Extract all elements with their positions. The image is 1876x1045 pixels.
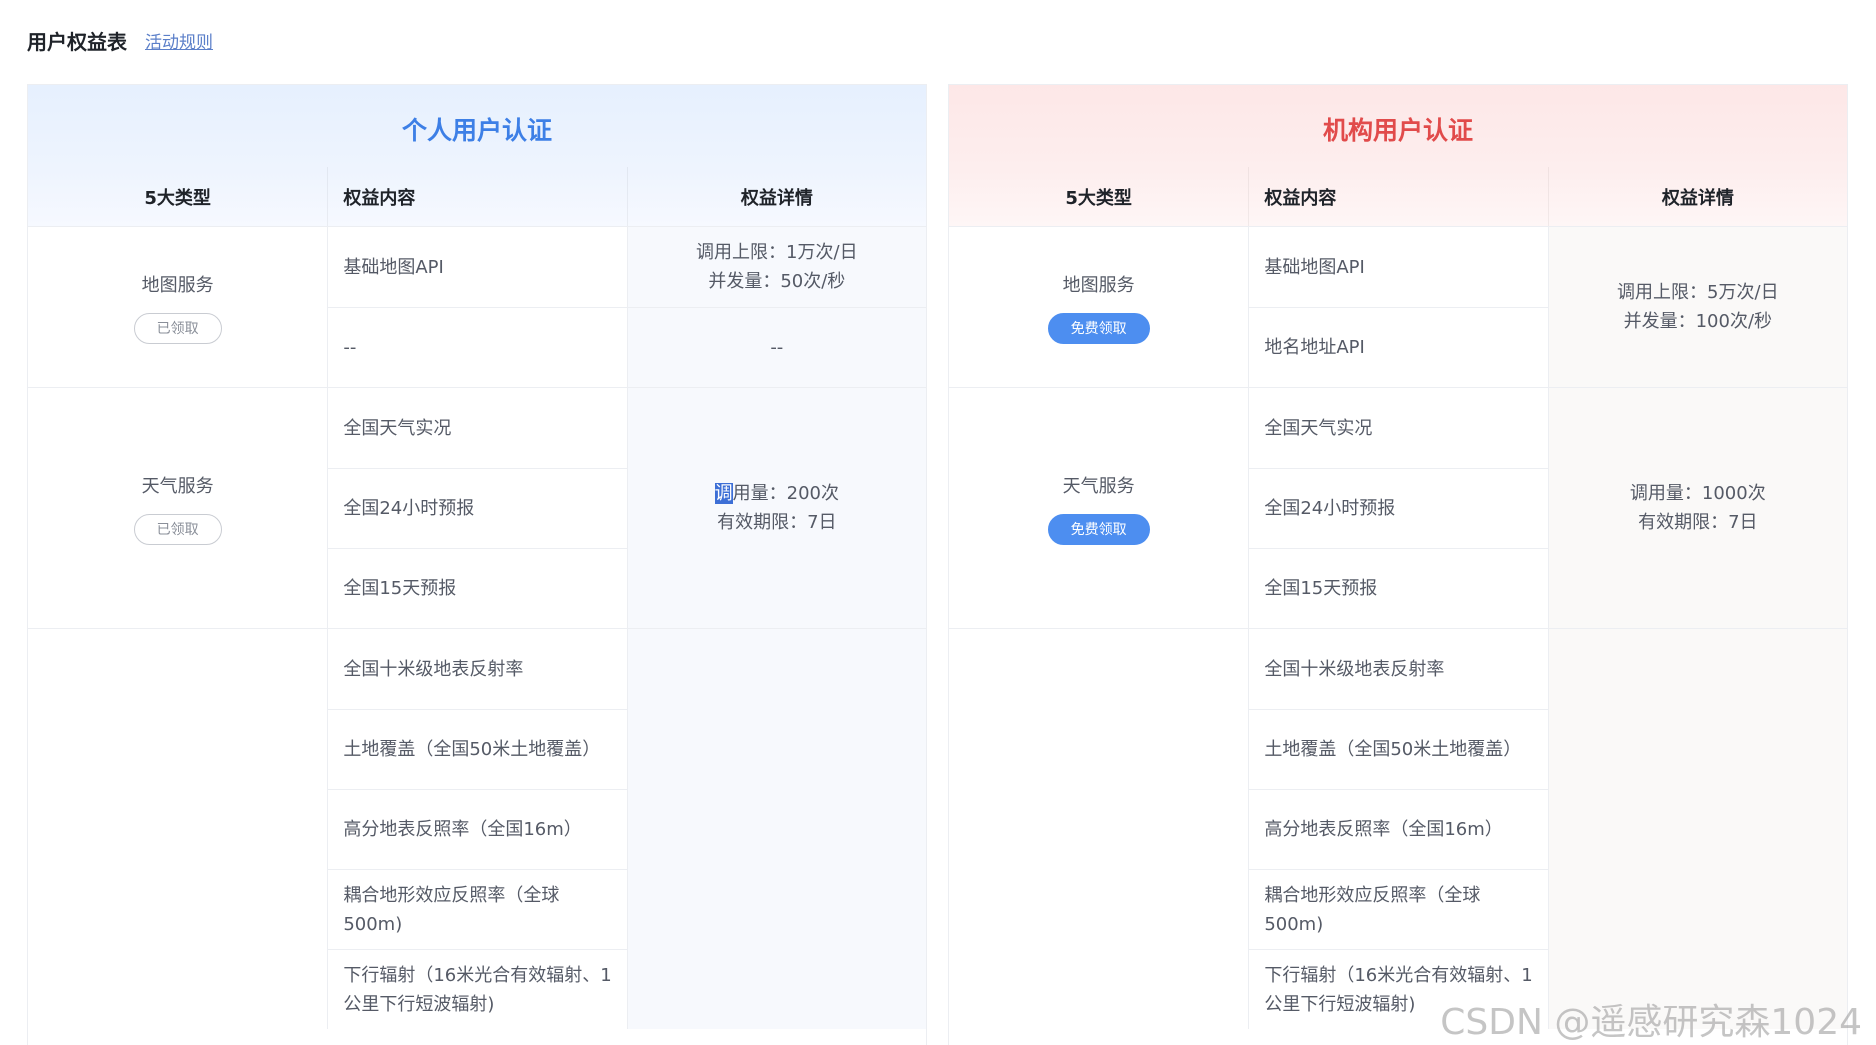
- benefit-item: 土地覆盖（全国50米土地覆盖）: [328, 709, 627, 789]
- benefit-item: 全国天气实况: [343, 417, 452, 439]
- benefit-item: --: [328, 307, 627, 387]
- col-header-type: 5大类型: [144, 187, 211, 209]
- benefit-item: 全国15天预报: [1249, 548, 1548, 628]
- group-map-service: 地图服务 已领取 基础地图API -- 调用上限：1万次/日 并发量：50次/秒…: [28, 226, 926, 387]
- detail-cell: 调用量：1000次 有效期限：7日: [1547, 388, 1847, 628]
- items-cell: 全国十米级地表反射率 土地覆盖（全国50米土地覆盖） 高分地表反照率（全国16m…: [327, 629, 627, 1029]
- detail-text: --: [627, 306, 926, 388]
- type-name: 天气服务: [141, 475, 214, 497]
- col-header-content: 权益内容: [327, 167, 626, 226]
- benefit-item: 下行辐射（16米光合有效辐射、1公里下行短波辐射): [328, 949, 627, 1029]
- group-map-service: 地图服务 免费领取 基础地图API 地名地址API 调用上限：5万次/日 并发量…: [949, 226, 1847, 387]
- detail-cell: 调用上限：5万次/日 并发量：100次/秒: [1547, 227, 1847, 387]
- detail-text: 调用上限：1万次/日 并发量：50次/秒: [628, 227, 926, 307]
- panel-title: 个人用户认证: [401, 116, 552, 145]
- claimed-badge: 已领取: [133, 513, 222, 545]
- detail-line: 调用量：200次: [714, 479, 839, 508]
- panel-title: 机构用户认证: [1322, 116, 1473, 145]
- type-name: 地图服务: [1062, 274, 1135, 296]
- group-weather-service: 天气服务 已领取 全国天气实况 全国24小时预报 全国15天预报 调用量：200…: [28, 387, 926, 628]
- org-cert-panel: 机构用户认证 5大类型 权益内容 权益详情 地图服务 免费领取 基础地图API …: [948, 84, 1848, 1045]
- detail-cell: 调用量：200次 有效期限：7日: [626, 388, 926, 628]
- type-cell: [949, 629, 1248, 1029]
- type-cell: 天气服务 免费领取: [949, 388, 1248, 628]
- type-cell: [28, 629, 327, 1029]
- benefit-item: 全国24小时预报: [328, 468, 627, 548]
- type-cell: 天气服务 已领取: [28, 388, 327, 628]
- benefit-item: 土地覆盖（全国50米土地覆盖）: [1249, 709, 1548, 789]
- top-bar: 用户权益表 活动规则: [27, 24, 213, 56]
- detail-text: 调用量：1000次 有效期限：7日: [1549, 388, 1847, 628]
- benefit-item: 全国十米级地表反射率: [343, 658, 524, 680]
- benefit-item: 基础地图API: [343, 256, 444, 278]
- benefit-item: 全国天气实况: [1264, 417, 1373, 439]
- panel-header: 机构用户认证 5大类型 权益内容 权益详情: [949, 85, 1847, 226]
- detail-line-rest: 用量：200次: [732, 483, 839, 504]
- page-title: 用户权益表: [27, 29, 127, 54]
- detail-line: 调用量：1000次: [1629, 483, 1766, 504]
- benefit-item: 全国15天预报: [328, 548, 627, 628]
- benefit-item: 高分地表反照率（全国16m）: [328, 789, 627, 869]
- claimed-badge: 已领取: [133, 312, 222, 344]
- group-remote-sensing: 全国十米级地表反射率 土地覆盖（全国50米土地覆盖） 高分地表反照率（全国16m…: [28, 628, 926, 1029]
- items-cell: 全国十米级地表反射率 土地覆盖（全国50米土地覆盖） 高分地表反照率（全国16m…: [1248, 629, 1548, 1029]
- activity-rules-link[interactable]: 活动规则: [145, 28, 213, 53]
- detail-text: 调用量：200次 有效期限：7日: [628, 388, 926, 628]
- detail-line: 有效期限：7日: [717, 512, 837, 533]
- items-cell: 全国天气实况 全国24小时预报 全国15天预报: [327, 388, 627, 628]
- detail-line: 有效期限：7日: [1638, 512, 1758, 533]
- watermark: CSDN @遥感研究森1024: [1440, 1002, 1862, 1043]
- table-body: 地图服务 免费领取 基础地图API 地名地址API 调用上限：5万次/日 并发量…: [949, 226, 1847, 1029]
- col-header-detail: 权益详情: [1547, 167, 1847, 226]
- benefit-item: 耦合地形效应反照率（全球500m): [328, 869, 627, 949]
- group-remote-sensing: 全国十米级地表反射率 土地覆盖（全国50米土地覆盖） 高分地表反照率（全国16m…: [949, 628, 1847, 1029]
- text-selection[interactable]: 调: [714, 483, 733, 504]
- group-weather-service: 天气服务 免费领取 全国天气实况 全国24小时预报 全国15天预报 调用量：10…: [949, 387, 1847, 628]
- detail-line: --: [770, 336, 784, 358]
- detail-cell: [1547, 629, 1847, 1029]
- detail-line: 调用上限：1万次/日: [696, 241, 858, 263]
- type-cell: 地图服务 已领取: [28, 227, 327, 387]
- detail-line: 并发量：100次/秒: [1623, 311, 1773, 332]
- panel-header: 个人用户认证 5大类型 权益内容 权益详情: [28, 85, 926, 226]
- type-name: 天气服务: [1062, 475, 1135, 497]
- benefit-item: 全国24小时预报: [1249, 468, 1548, 548]
- items-cell: 基础地图API 地名地址API: [1248, 227, 1548, 387]
- table-body: 地图服务 已领取 基础地图API -- 调用上限：1万次/日 并发量：50次/秒…: [28, 226, 926, 1029]
- free-claim-button[interactable]: 免费领取: [1047, 312, 1150, 344]
- type-name: 地图服务: [141, 274, 214, 296]
- page: 用户权益表 活动规则 个人用户认证 5大类型 权益内容 权益详情 地图服务 已领…: [0, 0, 1876, 1045]
- benefit-item: 基础地图API: [1264, 256, 1365, 278]
- col-header-type: 5大类型: [1065, 187, 1132, 209]
- personal-cert-panel: 个人用户认证 5大类型 权益内容 权益详情 地图服务 已领取 基础地图API -…: [27, 84, 927, 1045]
- benefit-item: 耦合地形效应反照率（全球500m): [1249, 869, 1548, 949]
- items-cell: 全国天气实况 全国24小时预报 全国15天预报: [1248, 388, 1548, 628]
- detail-text: 调用上限：5万次/日 并发量：100次/秒: [1549, 227, 1847, 387]
- detail-line: 并发量：50次/秒: [708, 270, 846, 292]
- column-headers: 5大类型 权益内容 权益详情: [949, 167, 1847, 226]
- col-header-detail: 权益详情: [626, 167, 926, 226]
- benefit-item: 全国十米级地表反射率: [1264, 658, 1445, 680]
- type-cell: 地图服务 免费领取: [949, 227, 1248, 387]
- detail-line: 调用上限：5万次/日: [1617, 282, 1779, 303]
- detail-cell: [626, 629, 926, 1029]
- detail-cell: 调用上限：1万次/日 并发量：50次/秒 --: [626, 227, 926, 388]
- free-claim-button[interactable]: 免费领取: [1047, 513, 1150, 545]
- benefit-item: 地名地址API: [1249, 307, 1548, 387]
- col-header-content: 权益内容: [1248, 167, 1547, 226]
- column-headers: 5大类型 权益内容 权益详情: [28, 167, 926, 226]
- items-cell: 基础地图API --: [327, 227, 627, 387]
- benefit-item: 高分地表反照率（全国16m）: [1249, 789, 1548, 869]
